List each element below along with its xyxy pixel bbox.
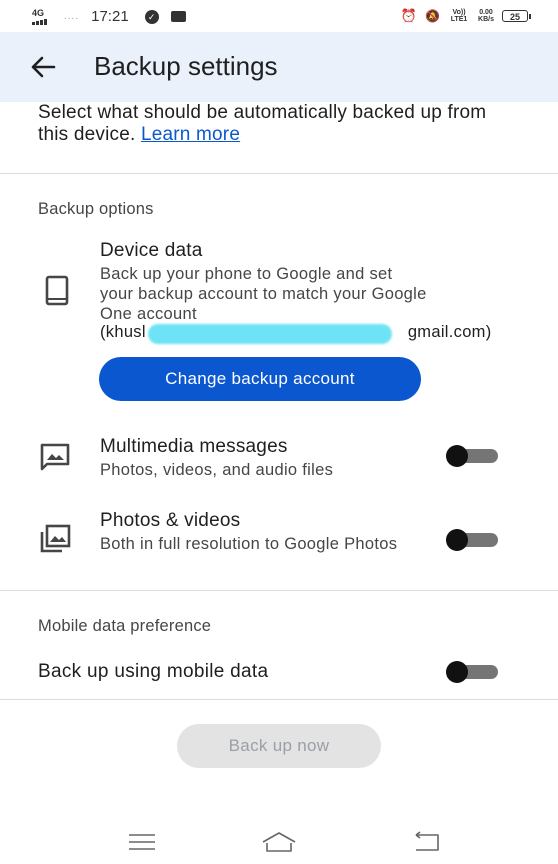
mail-icon	[170, 11, 186, 22]
learn-more-link[interactable]: Learn more	[141, 124, 240, 145]
app-bar: Backup settings	[0, 32, 558, 102]
status-bar: 4G .... 17:21 ✓ ⏰ 🔕 Vo)) LTE1 0.00 KB/s 2…	[0, 0, 558, 32]
photos-title: Photos & videos	[100, 510, 241, 531]
home-icon	[262, 832, 296, 852]
toggle-thumb	[446, 661, 468, 683]
photos-toggle[interactable]	[446, 529, 498, 551]
menu-icon	[129, 834, 155, 850]
photos-description: Both in full resolution to Google Photos	[100, 535, 398, 553]
return-icon	[415, 831, 439, 851]
multimedia-toggle[interactable]	[446, 445, 498, 467]
battery-icon: 25	[502, 10, 531, 22]
back-nav-button[interactable]	[408, 830, 444, 854]
section-header-backup-options: Backup options	[38, 200, 154, 218]
phone-icon	[40, 274, 74, 308]
device-data-description: Back up your phone to Google and set you…	[100, 265, 427, 323]
signal-icon: 4G	[32, 8, 58, 25]
change-backup-account-button[interactable]: Change backup account	[99, 357, 421, 401]
lte-label: Vo)) LTE1	[450, 9, 468, 23]
toggle-thumb	[446, 529, 468, 551]
intro-text: Select what should be automatically back…	[38, 102, 508, 146]
multimedia-description: Photos, videos, and audio files	[100, 461, 334, 479]
mobile-data-toggle[interactable]	[446, 661, 498, 683]
intro-description: Select what should be automatically back…	[38, 102, 487, 145]
net-speed: 0.00 KB/s	[478, 9, 494, 23]
divider	[0, 699, 558, 700]
home-button[interactable]	[261, 830, 297, 854]
toggle-thumb	[446, 445, 468, 467]
navigation-bar	[0, 810, 558, 864]
menu-button[interactable]	[124, 830, 160, 854]
signal-2-icon: ....	[64, 11, 80, 22]
divider	[0, 590, 558, 591]
device-data-title: Device data	[100, 240, 203, 261]
email-suffix: gmail.com)	[407, 323, 492, 341]
image-message-icon	[38, 440, 72, 474]
photo-library-icon	[38, 522, 72, 556]
status-time: 17:21	[91, 8, 129, 25]
mute-icon: 🔕	[425, 9, 441, 23]
section-header-mobile-data: Mobile data preference	[38, 617, 212, 635]
multimedia-title: Multimedia messages	[100, 436, 288, 457]
page-title: Backup settings	[94, 51, 278, 81]
backup-now-button[interactable]: Back up now	[177, 724, 381, 768]
divider	[0, 173, 558, 174]
alarm-icon: ⏰	[400, 8, 418, 23]
redaction-mark	[148, 324, 392, 344]
back-button[interactable]	[24, 51, 64, 83]
arrow-left-icon	[31, 56, 56, 78]
mobile-data-title: Back up using mobile data	[38, 661, 269, 682]
notification-icon: ✓	[144, 9, 159, 24]
email-prefix: (khusl	[100, 323, 146, 341]
